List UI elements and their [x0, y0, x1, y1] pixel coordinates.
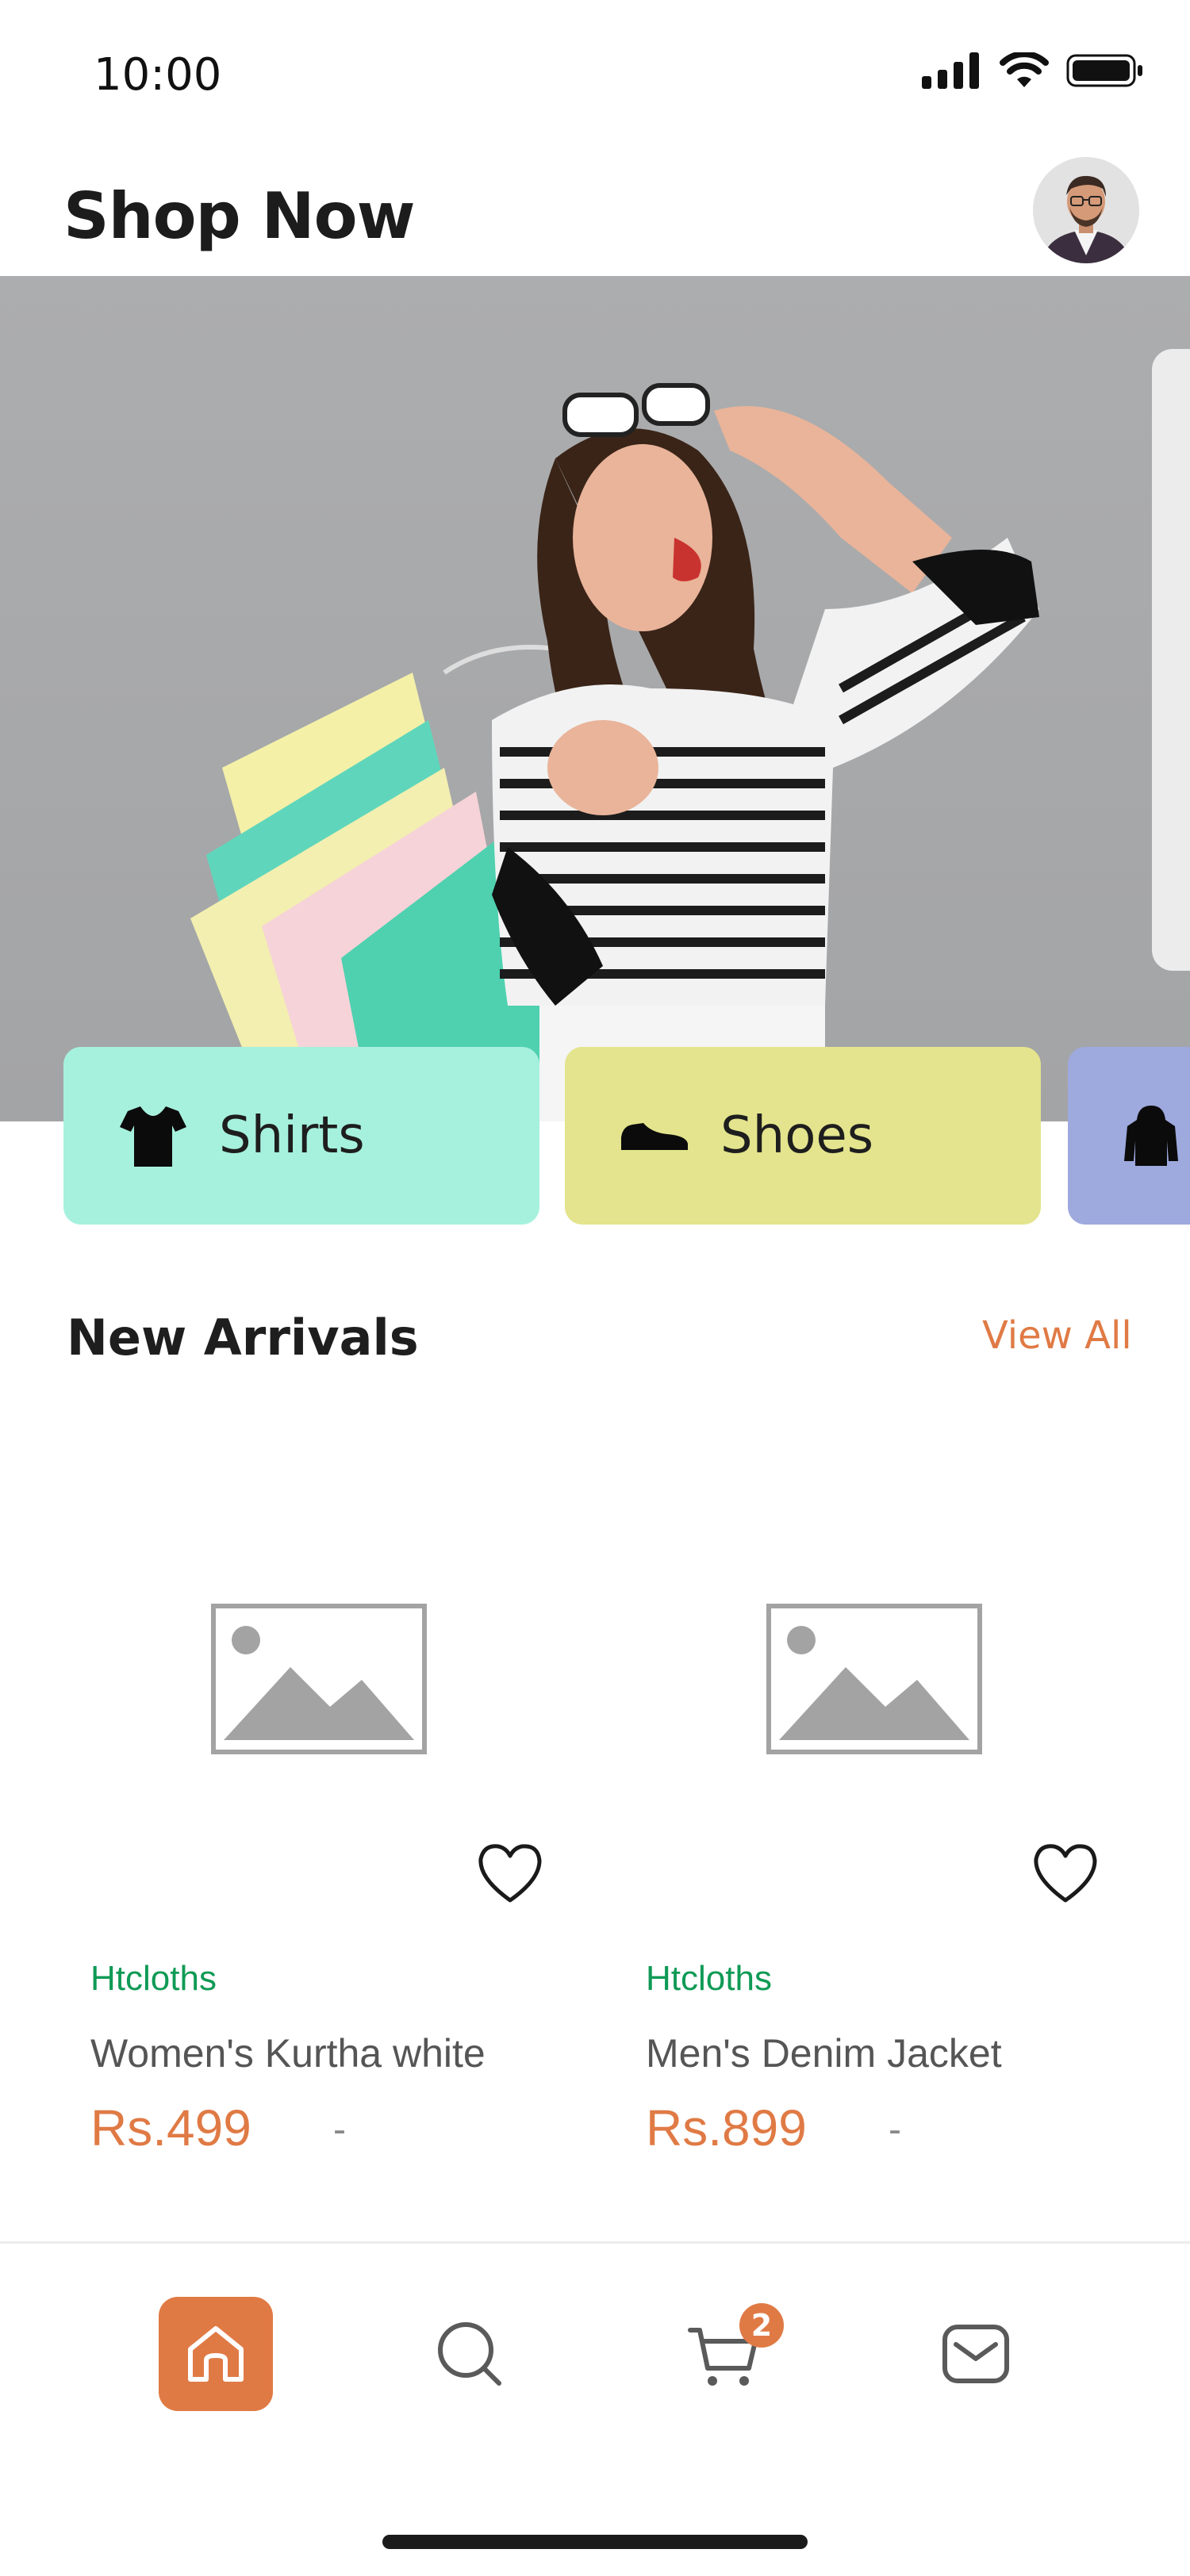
page-title: Shop Now	[63, 179, 415, 253]
hero-image	[0, 276, 1190, 1121]
image-placeholder-icon	[766, 1604, 982, 1754]
nav-divider	[0, 2241, 1190, 2244]
product-price: Rs.899	[646, 2099, 807, 2156]
search-icon	[438, 2322, 501, 2386]
home-icon	[188, 2326, 244, 2382]
carousel-next-card[interactable]	[1152, 349, 1190, 971]
avatar[interactable]	[1033, 157, 1139, 263]
category-label: Shirts	[219, 1106, 365, 1165]
avatar-image	[1033, 157, 1139, 263]
category-label: Shoes	[720, 1106, 874, 1165]
product-brand: Htcloths	[646, 1959, 772, 1998]
status-time: 10:00	[94, 49, 222, 101]
image-placeholder-icon	[211, 1604, 427, 1754]
price-separator: -	[333, 2109, 346, 2151]
heart-icon[interactable]	[476, 1842, 544, 1905]
category-hoodies[interactable]	[1068, 1047, 1190, 1225]
product-card[interactable]: Htcloths Men's Denim Jacket Rs.899 -	[619, 1428, 1127, 2156]
home-indicator	[382, 2535, 808, 2549]
product-name: Women's Kurtha white	[90, 2031, 486, 2076]
signal-icon	[922, 52, 979, 89]
nav-messages-button[interactable]	[922, 2300, 1030, 2408]
mail-icon	[942, 2325, 1009, 2383]
view-all-link[interactable]: View All	[982, 1313, 1132, 1358]
product-brand: Htcloths	[90, 1959, 217, 1998]
nav-search-button[interactable]	[416, 2300, 524, 2408]
hoodie-icon	[1123, 1100, 1179, 1171]
price-separator: -	[889, 2109, 901, 2151]
wifi-icon	[1000, 52, 1049, 87]
product-price: Rs.499	[90, 2099, 251, 2156]
battery-icon	[1066, 54, 1142, 87]
heart-icon[interactable]	[1031, 1842, 1100, 1905]
section-title: New Arrivals	[67, 1309, 419, 1367]
status-icons	[922, 52, 1144, 89]
cart-count-badge: 2	[739, 2303, 784, 2348]
nav-home-button[interactable]	[159, 2297, 273, 2411]
tshirt-icon	[117, 1100, 189, 1171]
category-shirts[interactable]: Shirts	[63, 1047, 539, 1225]
nav-cart-button[interactable]: 2	[670, 2300, 784, 2408]
product-card[interactable]: Htcloths Women's Kurtha white Rs.499 -	[63, 1428, 571, 2156]
shoe-icon	[619, 1100, 690, 1171]
category-shoes[interactable]: Shoes	[565, 1047, 1041, 1225]
product-name: Men's Denim Jacket	[646, 2031, 1002, 2076]
hero-banner[interactable]	[0, 276, 1190, 1121]
